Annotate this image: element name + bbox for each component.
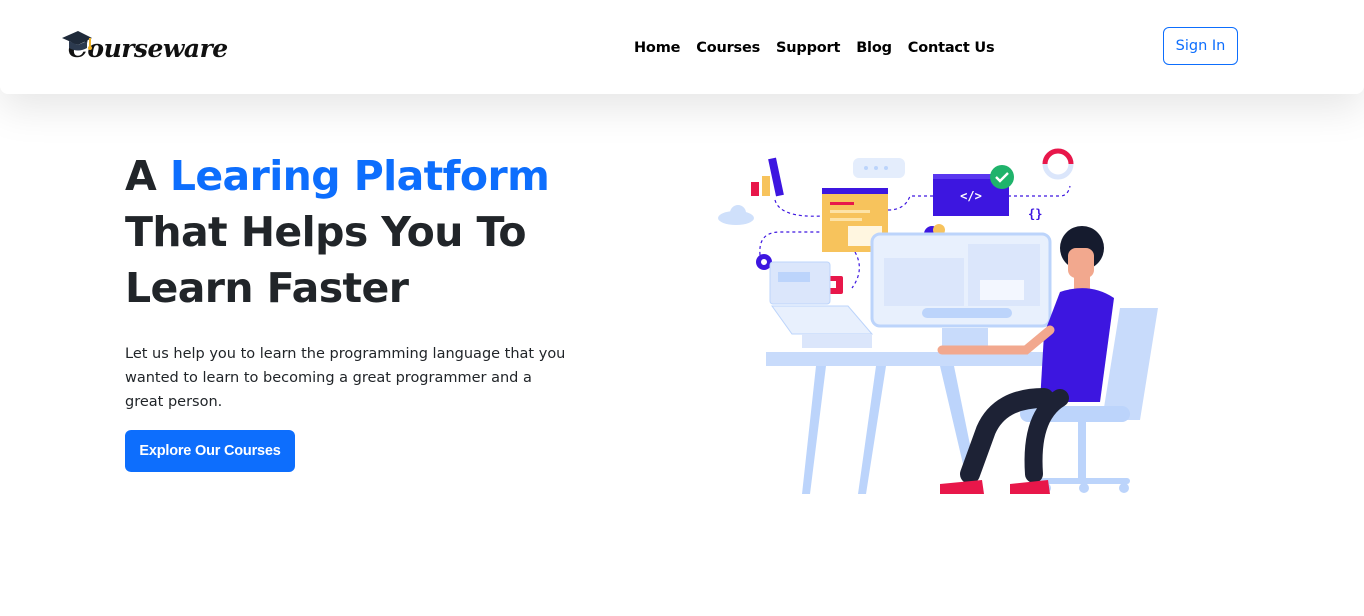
cloud-icon [718,205,754,225]
chat-bubble-icon [853,158,905,178]
hero-title: A Learing Platform That Helps You To Lea… [125,148,595,316]
hero-title-rest: That Helps You To Learn Faster [125,208,527,312]
brand-logo-link[interactable]: Courseware [60,28,228,63]
donut-chart-icon [1042,148,1074,180]
bar-chart-icon [751,157,784,197]
nav-link-home[interactable]: Home [634,38,680,58]
explore-courses-button[interactable]: Explore Our Courses [125,430,295,472]
nav-link-blog[interactable]: Blog [856,38,892,58]
hero-title-accent: Learing Platform [169,152,550,200]
developer-at-desk-illustration: </> {} [718,148,1158,494]
sign-in-button[interactable]: Sign In [1163,27,1238,65]
nav-link-contact[interactable]: Contact Us [908,38,995,58]
hero-title-prefix: A [125,152,170,200]
checkmark-badge-icon [990,165,1014,189]
main-nav: Home Courses Support Blog Contact Us [634,38,1010,58]
laptop-illustration [769,261,874,348]
hero-description: Let us help you to learn the programming… [125,346,566,410]
top-navbar: Courseware Home Courses Support Blog Con… [0,0,1364,94]
braces-icon: {} [1028,207,1042,221]
graduation-cap-icon [62,31,92,51]
desk-illustration [766,352,1058,494]
code-glyph-label: </> [960,189,982,203]
nav-link-support[interactable]: Support [776,38,840,58]
nav-link-courses[interactable]: Courses [696,38,760,58]
monitor-illustration [870,232,1052,346]
hero-section: A Learing Platform That Helps You To Lea… [125,148,595,472]
